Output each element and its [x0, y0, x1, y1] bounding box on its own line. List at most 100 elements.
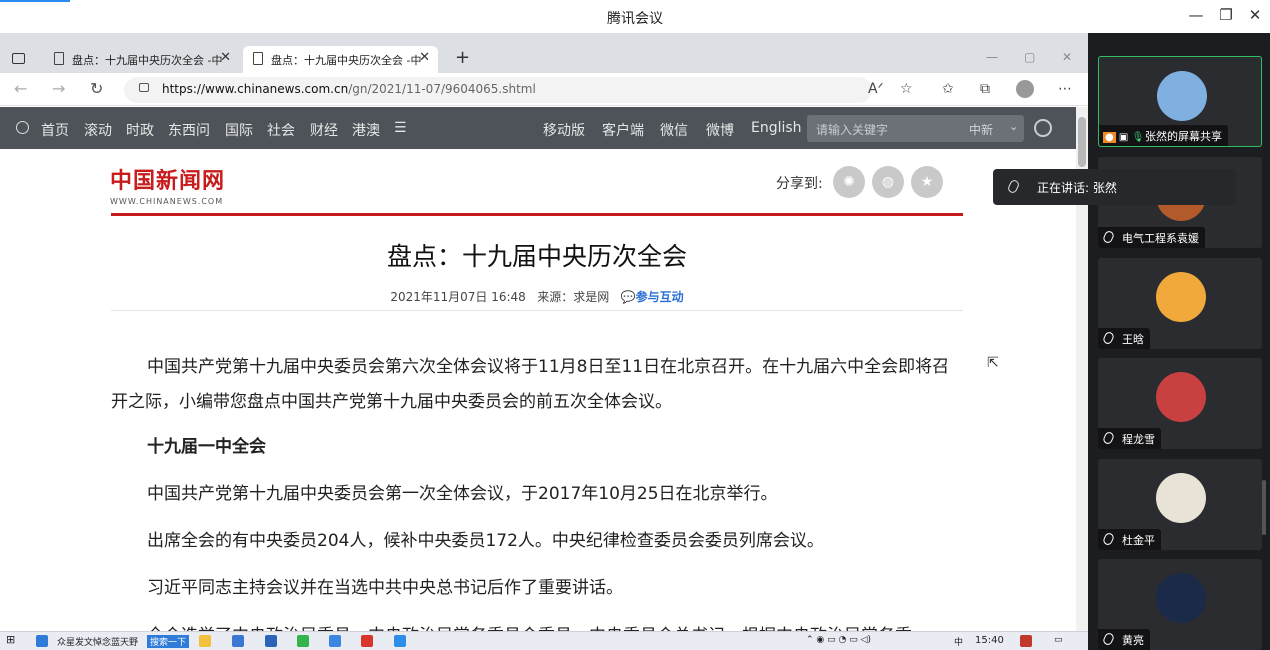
- tab-2[interactable]: 盘点：十九届中央历次全会 -中新 ✕: [243, 46, 438, 73]
- home-icon[interactable]: [16, 121, 29, 134]
- participant-tile[interactable]: 黄亮: [1098, 559, 1262, 650]
- nav-item-mobile[interactable]: 移动版: [543, 120, 585, 140]
- speaking-text: 正在讲话: 张然: [1037, 181, 1117, 195]
- article-date: 2021年11月07日 16:48: [390, 290, 526, 304]
- more-icon[interactable]: ⋯: [1058, 81, 1072, 97]
- comment-link-label: 参与互动: [635, 290, 684, 304]
- app-icon[interactable]: [265, 635, 277, 647]
- search-icon[interactable]: [1034, 119, 1052, 137]
- refresh-button[interactable]: ↻: [90, 79, 103, 98]
- page-icon: [253, 52, 263, 65]
- nav-item-international[interactable]: 国际: [225, 120, 253, 140]
- read-aloud-icon[interactable]: Aᐟ: [868, 81, 884, 97]
- favorites-icon[interactable]: ✩: [942, 81, 954, 97]
- tab-actions-icon[interactable]: [12, 53, 25, 64]
- scrollbar-thumb[interactable]: [1078, 117, 1086, 167]
- folder-icon[interactable]: [199, 635, 211, 647]
- taskbar: ⊞ 众星发文悼念蓝天野 搜索一下 ⌃ ◉ ▭ ◔ ▭ ◁) 中 15:40 ▭: [0, 631, 1088, 650]
- close-tab-icon[interactable]: ✕: [419, 50, 430, 65]
- profile-icon[interactable]: [1016, 80, 1034, 98]
- tray-icons[interactable]: ⌃ ◉ ▭ ◔ ▭ ◁): [806, 635, 871, 645]
- panel-scrollbar[interactable]: [1262, 480, 1266, 535]
- article-paragraph: 中国共产党第十九届中央委员会第一次全体会议，于2017年10月25日在北京举行。: [147, 484, 778, 504]
- participant-tile[interactable]: 杜金平: [1098, 459, 1262, 550]
- nav-item-english[interactable]: English: [751, 120, 802, 136]
- tab-label: 盘点：十九届中央历次全会 -中新: [72, 54, 222, 67]
- logo-en: WWW.CHINANEWS.COM: [110, 197, 224, 206]
- tab-1[interactable]: 盘点：十九届中央历次全会 -中新 ✕: [44, 46, 239, 73]
- chevron-down-icon: ⌄: [1009, 120, 1019, 133]
- wechat-share-icon[interactable]: ◍: [872, 166, 904, 198]
- start-icon[interactable]: ⊞: [6, 633, 15, 646]
- nav-item-scroll[interactable]: 滚动: [84, 120, 112, 140]
- share-label: 分享到:: [776, 176, 823, 192]
- article-paragraph: 出席全会的有中央委员204人，候补中央委员172人。中央纪律检查委员会委员列席会…: [147, 531, 824, 551]
- article-headline: 盘点：十九届中央历次全会: [386, 242, 687, 271]
- browser-maximize-button[interactable]: ▢: [1024, 50, 1035, 64]
- mic-icon: [1006, 178, 1021, 195]
- speaking-indicator: 正在讲话: 张然: [993, 169, 1236, 205]
- taskbar-search-button[interactable]: 搜索一下: [147, 635, 190, 648]
- mouse-cursor-icon: ⇱: [987, 355, 999, 371]
- avatar: [1156, 473, 1206, 523]
- tray-app-icon[interactable]: [1020, 635, 1032, 647]
- meeting-icon[interactable]: [394, 635, 406, 647]
- comment-link[interactable]: 💬参与互动: [621, 290, 684, 304]
- article-source: 来源：求是网: [537, 290, 610, 304]
- tab-strip: 盘点：十九届中央历次全会 -中新 ✕ 盘点：十九届中央历次全会 -中新 ✕ + …: [0, 33, 1088, 73]
- notification-icon[interactable]: ▭: [1054, 635, 1063, 645]
- collections-icon[interactable]: ⧉: [980, 81, 990, 97]
- nav-item-politics[interactable]: 时政: [126, 120, 154, 140]
- nav-item-hk-macau[interactable]: 港澳: [352, 120, 380, 140]
- participant-tile[interactable]: 王晗: [1098, 258, 1262, 349]
- participant-tile[interactable]: 程龙雪: [1098, 358, 1262, 449]
- browser-minimize-button[interactable]: —: [986, 50, 998, 64]
- app-icon[interactable]: [232, 635, 244, 647]
- search-scope-select[interactable]: 中新: [969, 121, 993, 138]
- close-button[interactable]: ✕: [1245, 6, 1265, 24]
- browser-close-button[interactable]: ✕: [1062, 50, 1072, 64]
- header-divider: [111, 213, 963, 216]
- nav-item-dongxiwen[interactable]: 东西问: [168, 120, 210, 140]
- browser-icon[interactable]: [329, 635, 341, 647]
- address-bar-row: ← → ↻ https://www.chinanews.com.cn/gn/20…: [0, 73, 1088, 106]
- participants-panel: 张然的屏幕共享 ● ▣ 🎙 电气工程系袁媛 王晗 程龙雪 杜金平 黄亮: [1088, 33, 1270, 650]
- site-logo[interactable]: 中国新闻网 WWW.CHINANEWS.COM: [110, 163, 225, 206]
- avatar: [1157, 71, 1207, 121]
- site-nav: 首页 滚动 时政 东西问 国际 社会 财经 港澳 ☰ 移动版 客户端 微信 微博…: [0, 107, 1076, 149]
- tab-label: 盘点：十九届中央历次全会 -中新: [271, 54, 421, 67]
- add-favorite-icon[interactable]: ☆: [900, 81, 913, 97]
- clock[interactable]: 15:40: [975, 635, 1004, 646]
- maximize-button[interactable]: ❐: [1216, 6, 1236, 24]
- meeting-title: 腾讯会议: [607, 11, 663, 27]
- favorite-share-icon[interactable]: ★: [911, 166, 943, 198]
- avatar: [1156, 272, 1206, 322]
- nav-item-society[interactable]: 社会: [267, 120, 295, 140]
- meeting-titlebar: 腾讯会议 — ❐ ✕: [0, 0, 1270, 33]
- desktop: 腾讯会议 — ❐ ✕ 盘点：十九届中央历次全会 -中新 ✕ 盘点：十九届中央历次…: [0, 0, 1270, 650]
- menu-icon[interactable]: ☰: [394, 120, 407, 136]
- forward-button[interactable]: →: [52, 79, 65, 98]
- nav-item-wechat[interactable]: 微信: [660, 120, 688, 140]
- lock-icon: [139, 83, 149, 92]
- new-tab-button[interactable]: +: [455, 47, 470, 68]
- article-paragraph: 全会选举了中央政治局委员、中央政治局常务委员会委员、中央委员会总书记，根据中央政…: [111, 619, 961, 631]
- url-field[interactable]: https://www.chinanews.com.cn/gn/2021/11-…: [124, 77, 872, 103]
- back-button[interactable]: ←: [14, 79, 27, 98]
- nav-item-home[interactable]: 首页: [41, 120, 69, 140]
- wps-icon[interactable]: [361, 635, 373, 647]
- input-language[interactable]: 中: [954, 635, 963, 648]
- participant-tile[interactable]: 张然的屏幕共享 ● ▣ 🎙: [1098, 56, 1262, 147]
- nav-item-client[interactable]: 客户端: [602, 120, 644, 140]
- wechat-icon[interactable]: [297, 635, 309, 647]
- shared-browser-window: 盘点：十九届中央历次全会 -中新 ✕ 盘点：十九届中央历次全会 -中新 ✕ + …: [0, 33, 1088, 631]
- weibo-share-icon[interactable]: ✺: [833, 166, 865, 198]
- nav-item-weibo[interactable]: 微博: [706, 120, 734, 140]
- article-paragraph: 习近平同志主持会议并在当选中共中央总书记后作了重要讲话。: [147, 578, 623, 598]
- close-tab-icon[interactable]: ✕: [220, 50, 231, 65]
- site-search-input[interactable]: 请输入关键字 中新 ⌄: [807, 115, 1024, 142]
- minimize-button[interactable]: —: [1186, 6, 1206, 24]
- nav-item-finance[interactable]: 财经: [310, 120, 338, 140]
- ie-icon[interactable]: [36, 635, 48, 647]
- taskbar-item-news[interactable]: 众星发文悼念蓝天野: [57, 635, 138, 648]
